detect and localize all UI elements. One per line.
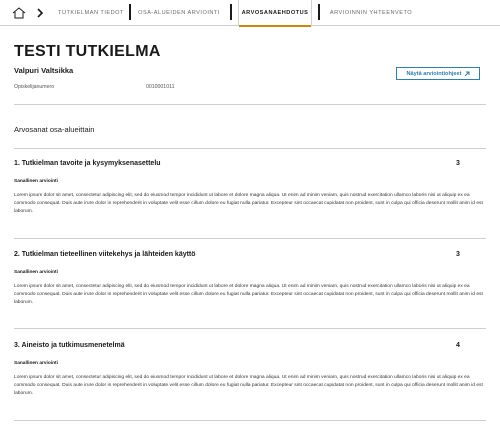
criterion-subheading: Sanallinen arviointi — [14, 179, 58, 184]
criterion-grade: 3 — [456, 251, 460, 258]
tab-osa-alueiden-arviointi[interactable]: OSA-ALUEIDEN ARVIOINTI — [134, 0, 224, 26]
divider — [14, 328, 486, 329]
home-icon[interactable] — [12, 7, 26, 19]
criterion-title: 1. Tutkielman tavoite ja kysymyksenasett… — [14, 160, 161, 167]
divider — [14, 238, 486, 239]
criterion-text: Lorem ipsum dolor sit amet, consectetur … — [14, 193, 483, 214]
criterion-text: Lorem ipsum dolor sit amet, consectetur … — [14, 284, 483, 305]
section-heading: Arvosanat osa-alueittain — [14, 125, 95, 134]
divider — [14, 420, 486, 421]
top-navigation: TUTKIELMAN TIEDOT OSA-ALUEIDEN ARVIOINTI… — [0, 0, 500, 27]
criterion-title: 3. Aineisto ja tutkimusmenetelmä — [14, 342, 125, 349]
student-id-label: Opiskelijanumero — [14, 84, 55, 90]
tab-separator — [230, 4, 232, 20]
criterion-subheading: Sanallinen arviointi — [14, 270, 58, 275]
criterion-grade: 3 — [456, 160, 460, 167]
show-grading-guidelines-label: Näytä arviointiohjeet — [406, 70, 462, 77]
criterion-subheading: Sanallinen arviointi — [14, 361, 58, 366]
student-id-value: 0010001011 — [146, 84, 175, 90]
external-link-icon — [464, 71, 470, 76]
show-grading-guidelines-button[interactable]: Näytä arviointiohjeet — [396, 67, 480, 80]
tab-arvosanaehdotus[interactable]: ARVOSANAEHDOTUS — [238, 0, 312, 27]
criterion-text: Lorem ipsum dolor sit amet, consectetur … — [14, 375, 483, 396]
page-title: TESTI TUTKIELMA — [14, 43, 161, 60]
tab-arvioinnin-yhteenveto[interactable]: ARVIOINNIN YHTEENVETO — [326, 0, 416, 26]
tab-separator — [318, 4, 320, 20]
chevron-right-icon — [37, 8, 44, 18]
criterion-title: 2. Tutkielman tieteellinen viitekehys ja… — [14, 251, 196, 258]
tab-separator — [129, 4, 131, 20]
student-name: Valpuri Valtsikka — [14, 66, 74, 75]
tab-tutkielman-tiedot[interactable]: TUTKIELMAN TIEDOT — [56, 0, 126, 26]
divider — [14, 148, 486, 149]
criterion-grade: 4 — [456, 342, 460, 349]
divider — [14, 104, 486, 105]
